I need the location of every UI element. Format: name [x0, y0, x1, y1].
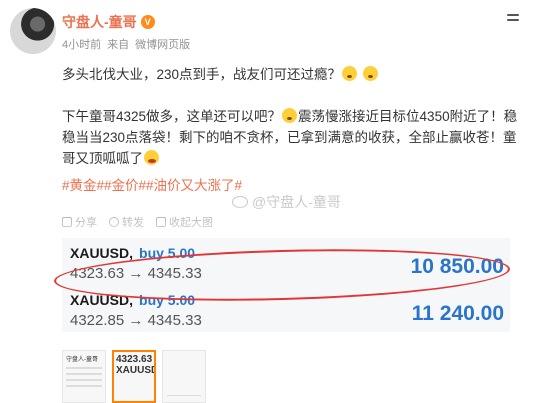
- author-row: 守盘人-童哥 V: [62, 12, 155, 32]
- trade-profit: 11 240.00: [411, 302, 504, 325]
- trade-prices: 4322.85 → 4345.33: [70, 312, 202, 329]
- content-paragraph-2: 下午童哥4325做多，这单还可以吧？ 震荡慢涨接近目标位4350附近了！稳稳当当2…: [62, 108, 518, 166]
- thumbnail-title: 守盘人-童哥: [66, 357, 98, 363]
- emoji-sly-icon: [362, 66, 378, 81]
- more-menu-icon[interactable]: [507, 14, 521, 24]
- author-name[interactable]: 守盘人-童哥: [62, 12, 137, 32]
- emoji-sly-icon: [342, 66, 358, 81]
- weibo-post: 守盘人-童哥 V 4小时前 来自 微博网页版 多头北伐大业，230点到手，战友们…: [0, 0, 533, 403]
- collapse-image-button[interactable]: 收起大图: [156, 214, 213, 230]
- repost-icon: [109, 217, 119, 227]
- thumbnail-chart: [167, 372, 201, 396]
- source-prefix: 来自: [107, 39, 130, 51]
- share-icon: [62, 217, 72, 227]
- emoji-sweat-icon: [282, 108, 298, 123]
- thumbnail-price: 4323.63: [116, 354, 153, 365]
- post-meta: 4小时前 来自 微博网页版: [62, 36, 190, 52]
- vip-badge-icon: V: [140, 15, 155, 29]
- thumbnail-symbol: XAUUSD: [116, 365, 156, 376]
- image-actions: 分享 转发 收起大图: [62, 214, 213, 230]
- emoji-laugh-icon: [144, 150, 159, 165]
- thumbnail[interactable]: [162, 350, 206, 403]
- weibo-logo-icon: [232, 196, 248, 208]
- post-source: 微博网页版: [135, 39, 191, 51]
- post-time[interactable]: 4小时前: [62, 36, 101, 52]
- repost-button[interactable]: 转发: [109, 214, 144, 230]
- watermark: @守盘人-童哥: [232, 192, 341, 212]
- collapse-icon: [156, 217, 166, 227]
- avatar[interactable]: [10, 8, 56, 54]
- content-line-1: 多头北伐大业，230点到手，战友们可还过瘾？: [62, 64, 524, 85]
- share-button[interactable]: 分享: [62, 214, 97, 230]
- thumbnail-active[interactable]: 4323.63 XAUUSD: [112, 350, 156, 403]
- image-thumbnails: 守盘人-童哥 4323.63 XAUUSD: [62, 350, 206, 403]
- thumbnail[interactable]: 守盘人-童哥: [62, 350, 106, 403]
